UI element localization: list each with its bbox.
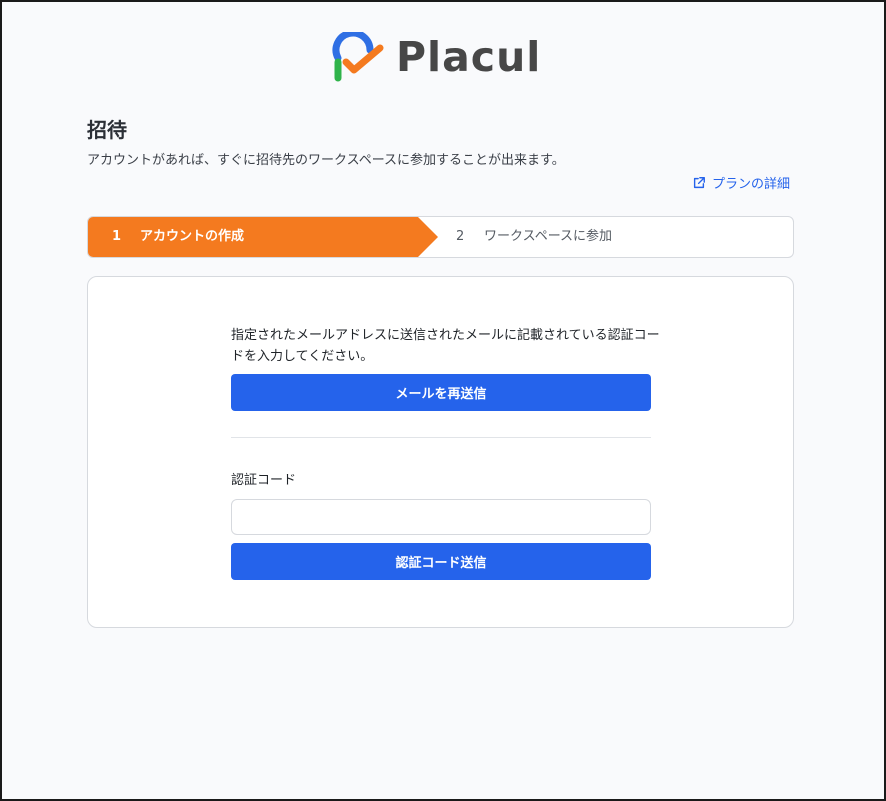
resend-email-button[interactable]: メールを再送信 — [231, 374, 651, 411]
app-window: Placul 招待 アカウントがあれば、すぐに招待先のワークスペースに参加するこ… — [0, 0, 886, 801]
page-subtitle: アカウントがあれば、すぐに招待先のワークスペースに参加することが出来ます。 — [87, 153, 565, 168]
submit-code-button[interactable]: 認証コード送信 — [231, 543, 651, 580]
page-title: 招待 — [87, 118, 127, 142]
verification-code-label: 認証コード — [231, 473, 297, 488]
step-number: 2 — [456, 229, 465, 244]
plan-details-link[interactable]: プランの詳細 — [692, 173, 790, 192]
external-link-icon — [693, 176, 705, 188]
placul-logo-icon — [332, 32, 384, 82]
brand-logo: Placul — [332, 32, 541, 82]
brand-name: Placul — [396, 33, 542, 81]
verification-instruction: 指定されたメールアドレスに送信されたメールに記載されている認証コードを入力してく… — [231, 328, 660, 364]
step-join-workspace: 2 ワークスペースに参加 — [456, 217, 612, 257]
verification-code-input[interactable] — [231, 499, 651, 535]
step-number: 1 — [112, 229, 122, 244]
divider — [231, 437, 651, 438]
plan-link-label: プランの詳細 — [711, 177, 790, 192]
step-label: ワークスペースに参加 — [484, 229, 613, 244]
step-label: アカウントの作成 — [140, 229, 245, 244]
verification-card: 指定されたメールアドレスに送信されたメールに記載されている認証コードを入力してく… — [87, 276, 794, 628]
step-create-account: 1 アカウントの作成 — [112, 217, 244, 257]
progress-stepper: 1 アカウントの作成 2 ワークスペースに参加 — [87, 216, 794, 258]
